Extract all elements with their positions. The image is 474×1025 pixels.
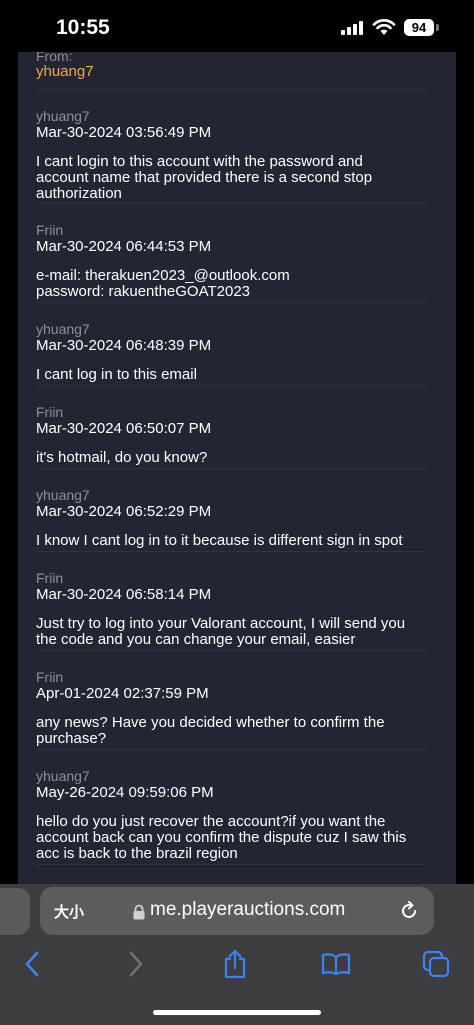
message-text: I cant log in to this email: [36, 366, 197, 383]
message-timestamp: Apr-01-2024 02:37:59 PM: [36, 685, 209, 702]
divider: [36, 385, 426, 386]
chevron-left-icon: [25, 951, 39, 977]
chevron-right-icon: [129, 951, 143, 977]
message-thread-panel[interactable]: From: yhuang7 yhuang7 Mar-30-2024 03:56:…: [18, 52, 456, 884]
divider: [36, 650, 426, 651]
message-item: Friin Mar-30-2024 06:58:14 PM Just try t…: [36, 570, 428, 648]
message-timestamp: Mar-30-2024 06:48:39 PM: [36, 337, 212, 354]
page-settings-button[interactable]: 大小: [54, 901, 84, 922]
reload-icon[interactable]: [398, 900, 420, 922]
message-item: yhuang7 May-26-2024 09:59:06 PM hello do…: [36, 768, 428, 862]
book-icon: [321, 953, 351, 976]
message-text: hello do you just recover the account?if…: [36, 813, 407, 862]
message-item: yhuang7 Mar-30-2024 03:56:49 PM I cant l…: [36, 108, 428, 202]
battery-icon: 94: [404, 19, 434, 36]
message-sender: Friin: [36, 669, 64, 685]
message-sender: Friin: [36, 222, 64, 238]
from-user: yhuang7: [36, 63, 94, 80]
previous-tab-peek[interactable]: [0, 888, 30, 935]
divider: [36, 203, 426, 204]
message-item: Friin Apr-01-2024 02:37:59 PM any news? …: [36, 669, 428, 747]
browser-bottom-bar: 大小 me.playerauctions.com: [0, 884, 474, 1025]
message-timestamp: Mar-30-2024 03:56:49 PM: [36, 124, 212, 141]
message-sender: Friin: [36, 570, 64, 586]
message-timestamp: Mar-30-2024 06:50:07 PM: [36, 420, 212, 437]
message-item: Friin Mar-30-2024 06:44:53 PM e-mail: th…: [36, 222, 428, 300]
message-timestamp: May-26-2024 09:59:06 PM: [36, 784, 214, 801]
home-indicator[interactable]: [153, 1010, 321, 1015]
message-text: I cant login to this account with the pa…: [36, 153, 373, 202]
forward-button[interactable]: [116, 946, 156, 982]
address-bar[interactable]: 大小 me.playerauctions.com: [40, 887, 434, 935]
share-button[interactable]: [215, 946, 255, 982]
divider: [36, 551, 426, 552]
wifi-icon: [372, 19, 396, 35]
message-text: e-mail: therakuen2023_@outlook.com passw…: [36, 267, 290, 300]
message-sender: Friin: [36, 404, 64, 420]
back-button[interactable]: [12, 946, 52, 982]
url-text[interactable]: me.playerauctions.com: [150, 899, 345, 921]
message-sender: yhuang7: [36, 768, 90, 784]
tabs-button[interactable]: [416, 946, 456, 982]
divider: [36, 302, 426, 303]
message-item: yhuang7 Mar-30-2024 06:48:39 PM I cant l…: [36, 321, 428, 383]
divider: [36, 89, 426, 90]
bookmarks-button[interactable]: [316, 946, 356, 982]
message-timestamp: Mar-30-2024 06:52:29 PM: [36, 503, 212, 520]
message-timestamp: Mar-30-2024 06:58:14 PM: [36, 586, 212, 603]
divider: [36, 864, 426, 865]
share-icon: [224, 949, 246, 979]
message-item: Friin Mar-30-2024 06:50:07 PM it's hotma…: [36, 404, 428, 466]
message-sender: yhuang7: [36, 321, 90, 337]
message-text: any news? Have you decided whether to co…: [36, 714, 385, 747]
message-sender: yhuang7: [36, 108, 90, 124]
message-text: it's hotmail, do you know?: [36, 449, 208, 466]
divider: [36, 468, 426, 469]
message-item: yhuang7 Mar-30-2024 06:52:29 PM I know I…: [36, 487, 428, 549]
battery-tip: [436, 24, 439, 31]
cellular-signal-icon: [341, 21, 363, 35]
browser-toolbar: [0, 946, 474, 986]
tabs-icon: [422, 950, 450, 978]
message-text: I know I cant log in to it because is di…: [36, 532, 403, 549]
lock-icon: [133, 904, 145, 920]
clock: 10:55: [56, 16, 110, 39]
message-timestamp: Mar-30-2024 06:44:53 PM: [36, 238, 212, 255]
message-sender: yhuang7: [36, 487, 90, 503]
divider: [36, 749, 426, 750]
status-bar: 10:55 94: [0, 0, 474, 52]
message-text: Just try to log into your Valorant accou…: [36, 615, 406, 648]
